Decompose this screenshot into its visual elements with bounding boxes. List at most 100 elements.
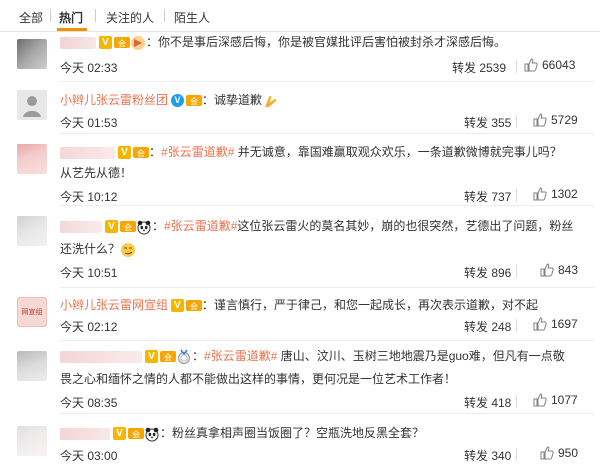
comment-text: 唐山、汶川、玉树三地地震乃是guo难，但凡有一点敬: [277, 349, 565, 363]
comment-text: 粉丝真拿相声圈当饭圈了？空瓶洗地反黑全套？: [172, 426, 425, 440]
svg-text:会: 会: [137, 148, 145, 158]
thumbs-up-icon: [540, 446, 554, 460]
comment-item: 小辫儿张云雷粉丝团 V 会：诚挚道歉 今天 01:53 转发 355 5729: [0, 82, 600, 134]
vip-crown-icon: 会: [114, 37, 130, 49]
hashtag-link[interactable]: #张云雷道歉#: [161, 145, 234, 159]
tab-divider: [50, 9, 51, 22]
verified-badge-icon: V: [118, 146, 131, 160]
like-count: 1077: [551, 393, 578, 407]
hashtag-link[interactable]: #张云雷道歉#: [164, 219, 237, 233]
comment-text: 你不是事后深感后悔，你是被官媒批评后害怕被封杀才深感后悔。: [158, 35, 507, 49]
verified-badge-icon: V: [171, 299, 185, 313]
smirk-emoji-icon: [121, 242, 136, 257]
username-link[interactable]: 小辫儿张云雷粉丝团: [60, 93, 168, 107]
like-button[interactable]: 1302: [533, 187, 578, 201]
blue-verified-icon: V: [171, 94, 185, 108]
like-count: 5729: [551, 113, 578, 127]
vip-crown-icon: 会: [186, 300, 203, 312]
comment-text-continued: 还洗什么？: [60, 242, 121, 256]
praying-hands-emoji-icon: [265, 95, 277, 107]
username-blurred[interactable]: [60, 220, 102, 233]
svg-text:会: 会: [190, 96, 198, 106]
svg-text:会: 会: [118, 38, 126, 48]
repost-button[interactable]: 转发 248: [464, 318, 511, 335]
tab-divider: [95, 9, 96, 22]
comment-item: V 会：粉丝真拿相声圈当饭圈了？空瓶洗地反黑全套？ 今天 03:00 转发 340…: [0, 414, 600, 471]
svg-text:会: 会: [132, 429, 140, 439]
comment-text-continued: 从艺先从德！: [60, 166, 133, 180]
avatar[interactable]: [17, 39, 47, 69]
thumbs-up-icon: [524, 58, 538, 72]
comment-text-continued: 畏之心和缅怀之情的人都不能做出这样的事情，更何况是一位艺术工作者！: [60, 372, 457, 386]
avatar[interactable]: [17, 216, 47, 246]
repost-button[interactable]: 转发 896: [464, 264, 511, 281]
comment-text: 谨言慎行，严于律己，和您一起成长，再次表示道歉，对不起: [214, 298, 539, 312]
like-count: 950: [558, 446, 579, 460]
tab-hot[interactable]: 热门: [59, 9, 83, 26]
repost-button[interactable]: 转发 737: [464, 188, 511, 205]
repost-button[interactable]: 转发 2539: [452, 59, 506, 76]
username-link[interactable]: 小辫儿张云雷网宣组: [60, 298, 168, 312]
like-count: 843: [558, 263, 579, 277]
thumbs-up-icon: [533, 393, 547, 407]
like-button[interactable]: 950: [540, 446, 578, 460]
verified-badge-icon: V: [105, 220, 118, 234]
svg-text:会: 会: [190, 301, 198, 311]
vip-crown-icon: 会: [128, 428, 144, 440]
vip-crown-icon: 会: [133, 147, 149, 159]
comment-item: V 会：#张云雷道歉#这位张云雷火的莫名其妙，崩的也很突然，艺德出了问题，粉丝 还…: [0, 206, 600, 288]
verified-badge-icon: V: [145, 350, 158, 364]
panda-emoji-icon: [145, 427, 159, 442]
username-blurred[interactable]: [60, 36, 96, 49]
verified-badge-icon: V: [99, 36, 112, 50]
comment-item: V 会 ：你不是事后深感后悔，你是被官媒批评后害怕被封杀才深感后悔。 今天 02:3…: [0, 32, 600, 82]
tab-strangers[interactable]: 陌生人: [174, 9, 210, 26]
like-button[interactable]: 843: [540, 263, 578, 277]
username-blurred[interactable]: [60, 427, 110, 440]
repost-button[interactable]: 转发 355: [464, 114, 511, 131]
comment-text: 这位张云雷火的莫名其妙，崩的也很突然，艺德出了问题，粉丝: [237, 219, 574, 233]
tab-following[interactable]: 关注的人: [106, 9, 154, 26]
comment-time: 今天 02:12: [60, 320, 118, 334]
avatar[interactable]: [17, 351, 47, 381]
comment-text: ：: [146, 35, 159, 49]
like-button[interactable]: 1077: [533, 393, 578, 407]
repost-button[interactable]: 转发 340: [464, 447, 511, 464]
comment-time: 今天 02:33: [60, 61, 118, 75]
thumbs-up-icon: [533, 317, 547, 331]
avatar[interactable]: 网宣组: [17, 297, 47, 327]
thumbs-up-icon: [533, 113, 547, 127]
verified-badge-icon: V: [113, 427, 126, 441]
comment-item: V 会：#张云雷道歉# 并无诚意，靠国难赢取观众欢乐，一条道歉微博就完事儿吗？ 从…: [0, 134, 600, 206]
like-count: 66043: [542, 58, 576, 72]
avatar[interactable]: [17, 426, 47, 456]
like-button[interactable]: 1697: [533, 317, 578, 331]
tab-divider: [164, 9, 165, 22]
like-button[interactable]: 5729: [533, 113, 578, 127]
comment-time: 今天 10:51: [60, 266, 118, 280]
vip-crown-icon: 会: [186, 95, 203, 107]
tab-all[interactable]: 全部: [19, 9, 43, 26]
like-count: 1697: [551, 317, 578, 331]
thumbs-up-icon: [533, 187, 547, 201]
comment-time: 今天 01:53: [60, 116, 118, 130]
vip-crown-icon: 会: [120, 221, 136, 233]
comment-text: 并无诚意，靠国难赢取观众欢乐，一条道歉微博就完事儿吗？: [234, 145, 562, 159]
username-blurred[interactable]: [60, 146, 115, 159]
medal-emoji-icon: [178, 349, 190, 364]
thumbs-up-icon: [540, 263, 554, 277]
avatar[interactable]: [17, 90, 47, 120]
comment-filter-tabs: 全部 热门 关注的人 陌生人: [0, 0, 600, 32]
like-count: 1302: [551, 187, 578, 201]
comment-time: 今天 10:12: [60, 190, 118, 204]
panda-emoji-icon: [137, 220, 151, 235]
comment-item: V 会：#张云雷道歉# 唐山、汶川、玉树三地地震乃是guo难，但凡有一点敬 畏之心…: [0, 341, 600, 414]
svg-text:会: 会: [164, 352, 172, 362]
like-button[interactable]: 66043: [524, 58, 575, 72]
username-blurred[interactable]: [60, 350, 142, 363]
flag-emoji-icon: [131, 35, 145, 50]
svg-text:会: 会: [124, 222, 132, 232]
repost-button[interactable]: 转发 418: [464, 394, 511, 411]
hashtag-link[interactable]: #张云雷道歉#: [204, 349, 277, 363]
avatar[interactable]: [17, 144, 47, 174]
